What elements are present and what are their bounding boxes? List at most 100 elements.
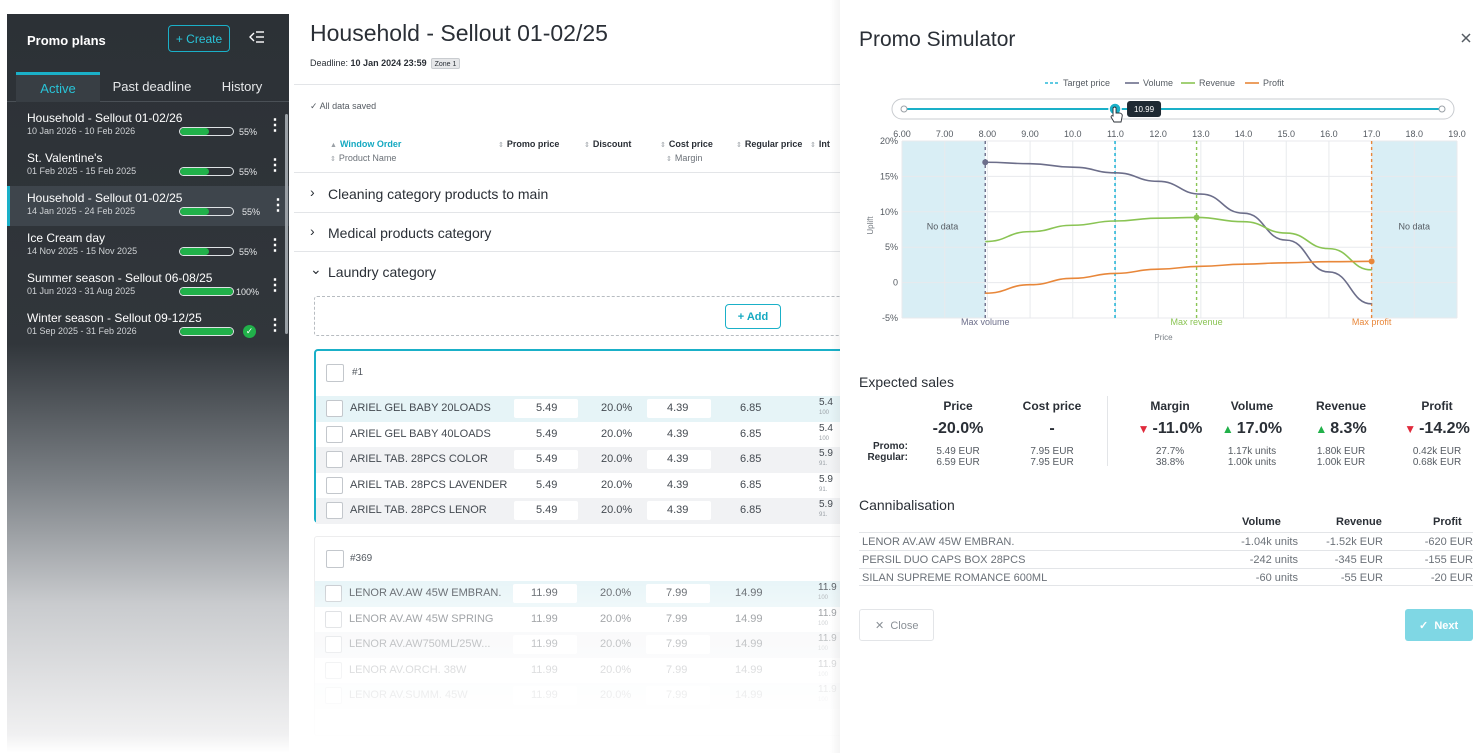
sidebar-header: Promo plans + Create	[7, 14, 289, 70]
table-row[interactable]: LENOR AV.AW 45W SPRING 11.99 20.0% 7.99 14.9…	[315, 606, 840, 632]
table-row[interactable]: LENOR AV.AW750ML/25W... 11.99 20.0% 7.99 14.…	[315, 632, 840, 658]
group-number: #369	[350, 553, 373, 564]
regular-price: 14.99	[735, 638, 763, 650]
plan-item[interactable]: Summer season - Sellout 06-08/25 01 Jun 2…	[7, 266, 289, 306]
simulator-title: Promo Simulator	[859, 28, 1016, 51]
regular-price: 6.85	[740, 478, 762, 491]
column-discount[interactable]: ⇕ Discount	[584, 139, 631, 149]
metric-change: ▼ -14.2%	[1382, 420, 1473, 438]
table-row[interactable]: ARIEL TAB. 28PCS LAVENDER 5.49 20.0% 4.39 6.…	[316, 472, 840, 498]
row-checkbox[interactable]	[326, 400, 343, 417]
row-checkbox[interactable]	[325, 636, 342, 653]
group-checkbox[interactable]	[326, 364, 344, 382]
promo-value: 7.95 EUR	[1030, 446, 1074, 457]
column-window-order[interactable]: ▲ Window Order	[330, 139, 401, 149]
row-checkbox[interactable]	[325, 687, 342, 704]
promo-value: 1.80k EUR	[1316, 446, 1366, 457]
expected-divider	[1107, 396, 1108, 466]
tab-history[interactable]: History	[212, 72, 272, 102]
plan-menu-icon[interactable]: ⋮	[267, 157, 283, 175]
x-tick-label: 18.0	[1406, 129, 1424, 139]
row-checkbox[interactable]	[326, 502, 343, 519]
column-promo-price-label: Promo price	[506, 139, 560, 149]
column-promo-price[interactable]: ⇕ Promo price	[498, 139, 559, 149]
y-tick-label: 20%	[880, 136, 898, 146]
regular-price: 14.99	[735, 612, 763, 625]
column-cost-price[interactable]: ⇕ Cost price	[660, 139, 713, 149]
collapse-left-icon-svg	[249, 30, 264, 43]
column-regular-price[interactable]: ⇕ Regular price	[736, 139, 802, 149]
add-button[interactable]: + Add	[725, 304, 781, 329]
row-checkbox[interactable]	[326, 451, 343, 468]
create-plan-button[interactable]: + Create	[168, 25, 230, 52]
plan-item[interactable]: Winter season - Sellout 09-12/25 01 Sep 2…	[7, 306, 289, 346]
group-checkbox[interactable]	[326, 550, 344, 568]
metric-values: 0.42k EUR 0.68k EUR	[1382, 446, 1473, 468]
row-checkbox[interactable]	[325, 585, 342, 602]
plan-menu-icon[interactable]: ⋮	[267, 317, 283, 335]
progress-fill	[180, 328, 233, 335]
cannibal-volume: -242 units	[1249, 554, 1298, 566]
plan-item[interactable]: Household - Sellout 01-02/25 14 Jan 2025 …	[7, 186, 289, 226]
table-row[interactable]: LENOR AV.AW 45W EMBRAN. 11.99 20.0% 7.99 14.…	[315, 581, 840, 607]
plan-item[interactable]: Ice Cream day 14 Nov 2025 - 15 Nov 2025 55…	[7, 226, 289, 266]
cost-price: 4.39	[667, 478, 689, 491]
sidebar-scrollbar[interactable]	[285, 114, 288, 334]
discount: 20.0%	[601, 504, 633, 516]
plan-menu-icon[interactable]: ⋮	[267, 237, 283, 255]
promo-price: 11.99	[531, 638, 558, 650]
plan-name: St. Valentine's	[27, 151, 103, 165]
row-checkbox[interactable]	[325, 661, 342, 679]
uplift-chart[interactable]: No data No data Max volume Max revenue Max p…	[840, 70, 1473, 360]
plan-item[interactable]: St. Valentine's 01 Feb 2025 - 15 Feb 2025…	[7, 146, 289, 186]
metric-change-value: -20.0%	[932, 420, 984, 437]
column-product-name[interactable]: ⇕ Product Name	[330, 153, 396, 163]
sort-icon: ⇕	[498, 142, 504, 149]
promo-price: 5.49	[536, 427, 558, 440]
promo-simulator-panel: Promo Simulator No data No data Max volume…	[840, 0, 1473, 753]
cost-price: 7.99	[666, 638, 688, 650]
category-laundry[interactable]: ⌄ Laundry category	[294, 252, 840, 291]
close-icon-svg	[1461, 33, 1471, 43]
plan-menu-icon[interactable]: ⋮	[270, 197, 286, 215]
plan-menu-icon[interactable]: ⋮	[267, 277, 283, 295]
sidebar-tabs: Active Past deadline History	[7, 72, 289, 102]
discount: 20.0%	[600, 638, 632, 650]
tab-active[interactable]: Active	[16, 72, 100, 102]
row-checkbox[interactable]	[326, 425, 343, 443]
category-cleaning[interactable]: › Cleaning category products to main	[294, 174, 840, 213]
row-checkbox[interactable]	[325, 610, 342, 628]
table-row[interactable]: ARIEL TAB. 28PCS COLOR 5.49 20.0% 4.39 6.85 5…	[316, 447, 840, 473]
column-regular-price-label: Regular price	[744, 139, 803, 149]
close-button[interactable]: ✕ Close	[859, 609, 934, 641]
regular-price: 6.85	[740, 504, 762, 516]
column-int[interactable]: ⇕ Int	[810, 139, 830, 149]
trend-up-icon: ▲	[1221, 422, 1234, 436]
marker-label: Max profit	[1352, 317, 1392, 327]
metric-change-value: -11.0%	[1152, 420, 1203, 437]
regular-row-label: Regular:	[867, 452, 908, 463]
progress-fill	[180, 248, 210, 255]
row-checkbox[interactable]	[326, 476, 343, 494]
table-row[interactable]: ARIEL GEL BABY 40LOADS 5.49 20.0% 4.39 6.85 5…	[316, 421, 840, 447]
discount: 20.0%	[600, 587, 632, 599]
close-icon[interactable]	[1459, 31, 1473, 45]
table-row[interactable]: LENOR AV.SUMM. 45W 11.99 20.0% 7.99 14.99 11.…	[315, 683, 840, 709]
collapse-left-icon[interactable]	[247, 28, 267, 48]
plan-menu-icon[interactable]: ⋮	[267, 117, 283, 135]
column-margin[interactable]: ⇕ Margin	[666, 153, 702, 163]
table-row[interactable]: LENOR AV.ORCH. 38W 11.99 20.0% 7.99 14.99 11.…	[315, 657, 840, 683]
category-medical[interactable]: › Medical products category	[294, 213, 840, 252]
cannibal-revenue: -1.52k EUR	[1326, 536, 1383, 548]
x-tick-label: 13.0	[1192, 129, 1210, 139]
table-row[interactable]: ARIEL GEL BABY 20LOADS 5.49 20.0% 4.39 6.85 5…	[316, 396, 840, 422]
x-tick-label: 16.0	[1320, 129, 1338, 139]
next-button[interactable]: ✓ Next	[1405, 609, 1473, 641]
tab-past-deadline[interactable]: Past deadline	[107, 72, 197, 102]
chevron-down-icon: ⌄	[310, 261, 322, 277]
regular-price: 6.85	[740, 453, 762, 465]
product-name: ARIEL GEL BABY 20LOADS	[350, 402, 491, 414]
plan-item[interactable]: Household - Sellout 01-02/26 10 Jan 2026 …	[7, 106, 289, 146]
table-row[interactable]: ARIEL TAB. 28PCS LENOR 5.49 20.0% 4.39 6.85 5…	[316, 498, 840, 524]
metric-values: 7.95 EUR 7.95 EUR	[997, 446, 1107, 468]
